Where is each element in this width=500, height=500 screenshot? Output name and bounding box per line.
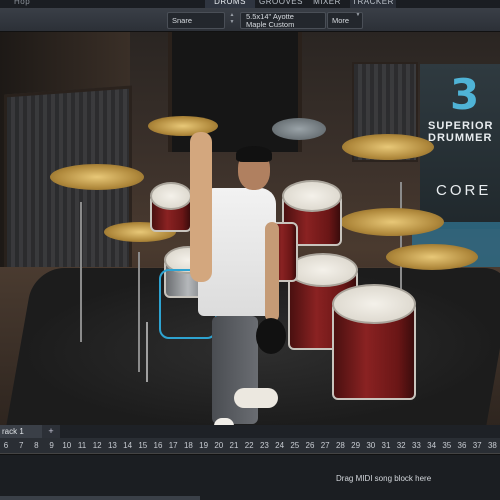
timeline-scrollbar[interactable] [0, 496, 200, 500]
add-track-button[interactable]: + [42, 425, 60, 438]
bar-number: 25 [290, 441, 300, 450]
bar-number: 35 [442, 441, 452, 450]
bar-number: 28 [335, 441, 345, 450]
bar-number: 19 [199, 441, 209, 450]
splash-cymbal[interactable] [386, 244, 478, 270]
logo-line-2: DRUMMER [428, 132, 493, 144]
bar-number: 18 [183, 441, 193, 450]
tab-hop-label[interactable]: Hop [14, 0, 30, 8]
bar-number: 17 [168, 441, 178, 450]
floor-tom-2[interactable] [332, 284, 416, 400]
bar-number: 33 [411, 441, 421, 450]
bar-number: 11 [77, 441, 87, 450]
bar-number: 13 [107, 441, 117, 450]
bar-number: 38 [487, 441, 497, 450]
main-tab-bar: Hop DRUMS GROOVES MIXER TRACKER [0, 0, 500, 8]
bar-number: 29 [351, 441, 361, 450]
bar-number: 34 [427, 441, 437, 450]
tab-drums[interactable]: DRUMS [205, 0, 255, 8]
person-shoe-right [234, 388, 278, 408]
bar-number: 7 [18, 441, 24, 450]
person-shoe-left [214, 418, 234, 425]
bar-number: 27 [320, 441, 330, 450]
tab-grooves[interactable]: GROOVES [256, 0, 306, 8]
bar-number: 37 [472, 441, 482, 450]
instrument-toolbar: Snare ▲ ▼ 5.5x14" Ayotte Maple Custom Mor… [0, 8, 500, 32]
bar-number: 10 [62, 441, 72, 450]
cymbal-stand-left [80, 202, 82, 342]
person-held-cap [256, 318, 286, 354]
bar-number: 14 [123, 441, 133, 450]
ride-cymbal[interactable] [340, 208, 444, 236]
person-hair [236, 146, 272, 162]
bar-number: 8 [34, 441, 39, 450]
superior-drummer-window: Hop DRUMS GROOVES MIXER TRACKER Snare ▲ ▼… [0, 0, 500, 500]
bar-number: 23 [259, 441, 269, 450]
bar-number: 24 [275, 441, 285, 450]
bar-number: 22 [244, 441, 254, 450]
hihat-pedal[interactable] [146, 322, 148, 382]
model-select[interactable]: 5.5x14" Ayotte Maple Custom [240, 12, 326, 29]
bar-number: 32 [396, 441, 406, 450]
bar-number: 21 [229, 441, 239, 450]
logo-line-1: SUPERIOR [428, 120, 494, 132]
tab-tracker[interactable]: TRACKER [350, 0, 396, 8]
hihat-stand [138, 252, 140, 372]
bar-number: 16 [153, 441, 163, 450]
logo-edition: CORE [436, 182, 492, 199]
bar-number: 12 [92, 441, 102, 450]
tab-mixer[interactable]: MIXER [306, 0, 348, 8]
track-tab-1[interactable]: rack 1 [0, 425, 42, 438]
drop-hint: Drag MIDI song block here [336, 474, 432, 483]
bar-number: 36 [457, 441, 467, 450]
bar-number: 30 [366, 441, 376, 450]
bar-number: 6 [3, 441, 9, 450]
instrument-select[interactable]: Snare [167, 12, 225, 29]
bar-number: 26 [305, 441, 315, 450]
drum-kit-view: 3 SUPERIOR DRUMMER CORE [0, 32, 500, 425]
logo-title: SUPERIOR DRUMMER [428, 120, 493, 144]
instrument-stepper-icon[interactable]: ▲ ▼ [226, 12, 238, 29]
logo-number: 3 [450, 70, 480, 119]
track-tab-bar: rack 1 + [0, 425, 500, 438]
bar-number: 9 [49, 441, 54, 450]
crash-cymbal-right[interactable] [342, 134, 434, 160]
tom-rack-1[interactable] [150, 182, 192, 232]
model-line-2: Maple Custom [246, 19, 295, 29]
more-chevron-icon[interactable]: ▼ [352, 12, 364, 29]
person-raised-arm [190, 132, 212, 282]
person-arm [265, 222, 279, 322]
timeline-ruler[interactable]: 6 7 8 9 10 11 12 13 14 15 16 17 18 19 20 21 22 23 24 25 26 27… [0, 438, 500, 454]
bar-number: 20 [214, 441, 224, 450]
china-cymbal[interactable] [272, 118, 326, 140]
bar-number: 31 [381, 441, 391, 450]
crash-cymbal-left[interactable] [50, 164, 144, 190]
bar-number: 15 [138, 441, 148, 450]
